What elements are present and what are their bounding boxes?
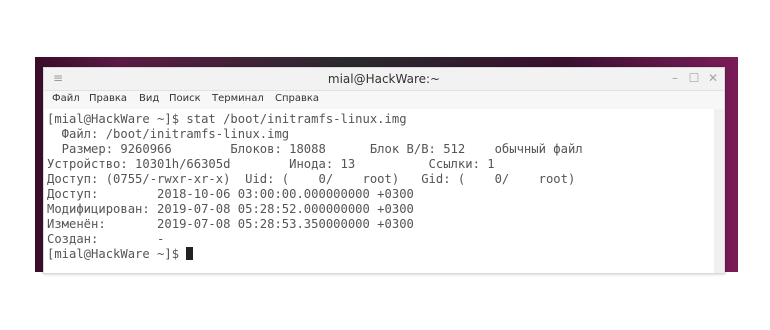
- terminal-line: Устройство: 10301h/66305d Инода: 13 Ссыл…: [47, 157, 495, 171]
- maximize-icon[interactable]: ☐: [687, 71, 701, 85]
- close-icon[interactable]: ✕: [706, 71, 720, 85]
- menu-search[interactable]: Поиск: [169, 93, 201, 104]
- terminal-output[interactable]: [mial@HackWare ~]$ stat /boot/initramfs-…: [44, 109, 714, 273]
- menu-help[interactable]: Справка: [275, 93, 319, 104]
- menu-view[interactable]: Вид: [139, 93, 159, 104]
- terminal-line: Модифицирован: 2019-07-08 05:28:52.00000…: [47, 202, 414, 216]
- terminal-window: ≡ mial@HackWare:~ – ☐ ✕ Файл Правка Вид …: [43, 67, 725, 274]
- terminal-line: Создан: -: [47, 232, 165, 246]
- menu-terminal[interactable]: Терминал: [212, 93, 264, 104]
- terminal-line: Файл: /boot/initramfs-linux.img: [47, 127, 290, 141]
- terminal-prompt-line: [mial@HackWare ~]$: [47, 247, 194, 262]
- window-title: mial@HackWare:~: [327, 72, 441, 86]
- menu-edit[interactable]: Правка: [89, 93, 127, 104]
- menu-file[interactable]: Файл: [52, 93, 80, 104]
- menu-bar: Файл Правка Вид Поиск Терминал Справка: [44, 91, 724, 109]
- terminal-line: Доступ: 2018-10-06 03:00:00.000000000 +0…: [47, 187, 414, 201]
- terminal-line: Изменён: 2019-07-08 05:28:53.350000000 +…: [47, 217, 414, 231]
- title-bar: ≡ mial@HackWare:~ – ☐ ✕: [44, 68, 724, 91]
- scrollbar[interactable]: [714, 109, 724, 273]
- text-cursor: [186, 247, 194, 260]
- terminal-prompt: [mial@HackWare ~]$: [47, 247, 187, 261]
- terminal-line: Доступ: (0755/-rwxr-xr-x) Uid: ( 0/ root…: [47, 172, 576, 186]
- terminal-line: [mial@HackWare ~]$ stat /boot/initramfs-…: [47, 112, 407, 126]
- minimize-icon[interactable]: –: [668, 71, 682, 85]
- terminal-line: Размер: 9260966 Блоков: 18088 Блок В/В: …: [47, 142, 583, 156]
